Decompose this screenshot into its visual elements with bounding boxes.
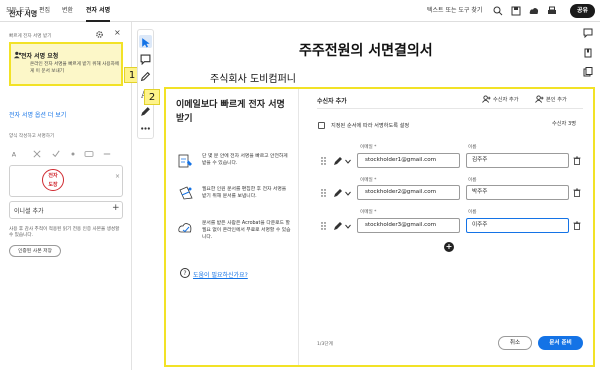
feature-text-3: 문서를 받은 사람은 Acrobat을 다운로드 할 필요 없이 온라인에서 무… [202,221,291,240]
search-input[interactable]: 텍스트 또는 도구 찾기 [427,0,482,22]
add-row-plus-icon[interactable]: + [444,242,454,252]
name-field[interactable]: 이주주 [466,218,569,233]
bookmark-panel-icon[interactable] [583,48,593,58]
email-label: 이메일 * [360,210,377,215]
help-link[interactable]: 도움이 필요하신가요? [193,270,248,279]
tab-e-signature[interactable]: 전자 서명 [86,0,111,22]
document-title: 주주전원의 서면결의서 [299,43,433,59]
more-tools-icon[interactable] [140,123,151,134]
top-bar: 모든 도구 편집 변환 전자 서명 텍스트 또는 도구 찾기 공유 [0,0,600,22]
fill-sign-tools: A [9,149,124,159]
delete-trash-icon[interactable] [573,156,581,165]
name-label: 이름 [468,145,477,150]
drag-handle-icon[interactable] [321,222,326,230]
text-tool-icon[interactable]: A [11,150,19,158]
close-icon[interactable]: × [114,28,121,37]
name-label: 이름 [468,210,477,215]
tab-edit[interactable]: 편집 [39,0,50,22]
email-label: 이메일 * [360,178,377,183]
sign-pen-icon[interactable] [140,106,151,117]
save-certified-copy-button[interactable]: 인증된 사본 저장 [9,245,61,257]
cloud-sign-icon [178,223,192,233]
comment-icon[interactable] [140,54,151,65]
drag-handle-icon[interactable] [321,157,326,165]
chevron-down-icon[interactable] [345,224,351,229]
delete-trash-icon[interactable] [573,188,581,197]
cloud-upload-icon[interactable] [529,6,539,16]
secure-sign-icon [178,154,192,168]
signing-order-checkbox[interactable] [318,122,325,129]
search-icon[interactable] [493,6,503,16]
header-divider [317,108,583,109]
feature-text-2: 필요한 인원 문서를 편집한 후 전자 서명을 받기 위해 문서를 보냅니다. [202,187,287,199]
pages-panel-icon[interactable] [583,67,593,77]
tab-convert[interactable]: 변환 [62,0,73,22]
chevron-down-icon[interactable] [345,159,351,164]
share-button[interactable]: 공유 [570,4,595,18]
recipients-title: 수신자 추가 [317,98,347,105]
document-company: 주식회사 도비컴퍼니 [210,74,296,85]
cross-mark-icon[interactable] [33,150,41,158]
add-self-icon[interactable] [535,95,544,103]
rectangle-icon[interactable] [84,150,94,158]
request-signature-desc: 온라인 전자 서명을 빠르게 받기 위해 사용자에게 이 문서 보내기 [30,62,120,74]
email-field[interactable]: stockholder2@gmail.com [357,185,460,200]
feature-text-1: 단 몇 분 안에 전자 서명을 빠르고 안전하게 받을 수 있습니다. [202,154,288,166]
dot-icon[interactable] [70,151,76,157]
signer-role-pen-icon[interactable] [333,188,343,198]
check-mark-icon[interactable] [52,150,60,158]
name-field[interactable]: 김주주 [466,153,569,168]
add-initials-plus-icon[interactable]: + [112,203,120,213]
fill-and-sign-label: 양식 작성하고 서명하기 [9,134,55,139]
email-label: 이메일 * [360,145,377,150]
chevron-down-icon[interactable] [345,191,351,196]
callout-2: 2 [144,89,160,105]
signature-slot[interactable] [9,165,123,197]
name-label: 이름 [468,178,477,183]
stamp-text: 전자 도장 [48,173,58,188]
dialog-headline: 이메일보다 빠르게 전자 서명 받기 [176,100,285,124]
select-cursor-icon[interactable] [140,37,151,48]
signing-order-label: 지정된 순서에 따라 서명하도록 설정 [331,123,410,129]
add-initials-label: 이니셜 추가 [14,208,44,215]
cancel-button[interactable]: 취소 [498,336,532,350]
panel-title: 전자 서명 [9,10,38,18]
request-signature-title: 전자 서명 요청 [21,53,59,60]
certified-copy-note: 사용 후 감사 추적이 적용된 읽기 전용 인증 사본을 생성할 수 있습니다. [9,227,120,239]
comment-panel-icon[interactable] [583,28,593,38]
recipient-count: 수신자 3명 [552,121,577,127]
add-person-icon[interactable] [482,95,491,103]
help-icon[interactable]: ? [180,268,190,278]
delete-trash-icon[interactable] [573,221,581,230]
drag-handle-icon[interactable] [321,189,326,197]
add-recipient-button[interactable]: 수신자 추가 [493,96,519,103]
add-self-button[interactable]: 본인 추가 [546,96,567,103]
name-field[interactable]: 박주주 [466,185,569,200]
seal-stamp: 전자 도장 [42,169,64,191]
signer-role-pen-icon[interactable] [333,221,343,231]
save-icon[interactable] [511,6,521,16]
more-esign-options-link[interactable]: 전자 서명 옵션 더 보기 [9,110,66,119]
signature-close-icon[interactable]: × [115,173,120,180]
gear-icon[interactable] [95,30,104,39]
send-document-icon [179,186,193,200]
email-field[interactable]: stockholder3@gmail.com [357,218,460,233]
step-indicator: 1/3단계 [317,342,333,347]
email-field[interactable]: stockholder1@gmail.com [357,153,460,168]
draw-pen-icon[interactable] [140,71,151,82]
print-icon[interactable] [547,6,557,16]
signer-role-pen-icon[interactable] [333,156,343,166]
svg-text:A: A [12,150,17,158]
line-icon[interactable] [103,150,111,158]
prepare-document-button[interactable]: 문서 준비 [538,336,583,350]
quick-sign-label: 빠르게 전자 서명 받기 [9,34,52,39]
